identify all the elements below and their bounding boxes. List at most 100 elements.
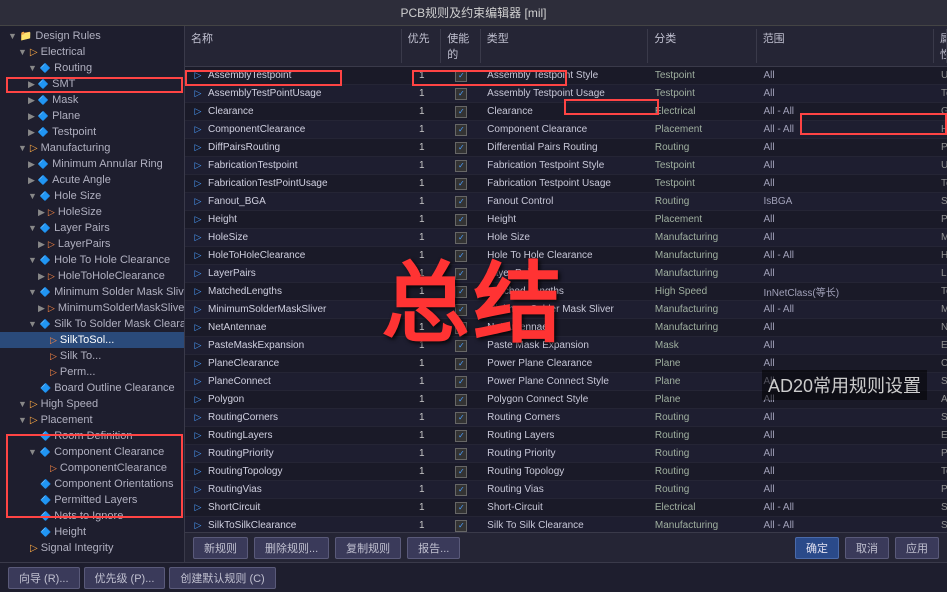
sidebar-item-board-outline[interactable]: 🔷Board Outline Clearance	[0, 380, 184, 396]
sidebar-item-hole-hole[interactable]: ▼🔷Hole To Hole Clearance	[0, 252, 184, 268]
table-row[interactable]: ▷ MatchedLengths 1 Matched Lengths High …	[185, 283, 947, 301]
copy-rule-button[interactable]: 复制规则	[335, 537, 401, 559]
enabled-checkbox[interactable]	[455, 250, 467, 262]
enabled-checkbox[interactable]	[455, 88, 467, 100]
enabled-checkbox[interactable]	[455, 412, 467, 424]
enabled-checkbox[interactable]	[455, 376, 467, 388]
sidebar-item-testpoint[interactable]: ▶🔷Testpoint	[0, 124, 184, 140]
table-row[interactable]: ▷ HoleToHoleClearance 1 Hole To Hole Cle…	[185, 247, 947, 265]
table-row[interactable]: ▷ Clearance 1 Clearance Electrical All -…	[185, 103, 947, 121]
report-button[interactable]: 报告...	[407, 537, 460, 559]
enabled-checkbox[interactable]	[455, 178, 467, 190]
sidebar-item-routing[interactable]: ▼🔷Routing	[0, 60, 184, 76]
table-row[interactable]: ▷ RoutingPriority 1 Routing Priority Rou…	[185, 445, 947, 463]
enabled-checkbox[interactable]	[455, 358, 467, 370]
sidebar-item-plane[interactable]: ▶🔷Plane	[0, 108, 184, 124]
sidebar-item-layer-pairs-child[interactable]: ▶▷LayerPairs	[0, 236, 184, 252]
enabled-checkbox[interactable]	[455, 286, 467, 298]
sidebar-item-hole-hole-child[interactable]: ▶▷HoleToHoleClearance	[0, 268, 184, 284]
sidebar-item-mask[interactable]: ▶🔷Mask	[0, 92, 184, 108]
enabled-checkbox[interactable]	[455, 160, 467, 172]
sidebar-item-design-rules[interactable]: ▼📁Design Rules	[0, 28, 184, 44]
table-row[interactable]: ▷ ComponentClearance 1 Component Clearan…	[185, 121, 947, 139]
enabled-checkbox[interactable]	[455, 268, 467, 280]
table-row[interactable]: ▷ Fanout_BGA 1 Fanout Control Routing Is…	[185, 193, 947, 211]
table-row[interactable]: ▷ FabricationTestPointUsage 1 Fabricatio…	[185, 175, 947, 193]
sidebar-item-electrical[interactable]: ▼▷Electrical	[0, 44, 184, 60]
enabled-checkbox[interactable]	[455, 124, 467, 136]
sidebar-item-acute-angle[interactable]: ▶🔷Acute Angle	[0, 172, 184, 188]
enabled-checkbox[interactable]	[455, 142, 467, 154]
sidebar-item-smt[interactable]: ▶🔷SMT	[0, 76, 184, 92]
sidebar-item-nets-ignore[interactable]: 🔷Nets to Ignore	[0, 508, 184, 524]
enabled-checkbox[interactable]	[455, 466, 467, 478]
table-row[interactable]: ▷ RoutingVias 1 Routing Vias Routing All…	[185, 481, 947, 499]
table-row[interactable]: ▷ PasteMaskExpansion 1 Paste Mask Expans…	[185, 337, 947, 355]
enabled-checkbox[interactable]	[455, 430, 467, 442]
table-row[interactable]: ▷ HoleSize 1 Hole Size Manufacturing All…	[185, 229, 947, 247]
cell-type: Minimum Solder Mask Sliver	[481, 301, 649, 318]
sidebar-item-high-speed[interactable]: ▼▷High Speed	[0, 396, 184, 412]
cell-name: ▷ Height	[185, 211, 402, 228]
enabled-checkbox[interactable]	[455, 232, 467, 244]
enabled-checkbox[interactable]	[455, 214, 467, 226]
enabled-checkbox[interactable]	[455, 394, 467, 406]
sidebar-item-layer-pairs[interactable]: ▼🔷Layer Pairs	[0, 220, 184, 236]
table-row[interactable]: ▷ ShortCircuit 1 Short-Circuit Electrica…	[185, 499, 947, 517]
table-row[interactable]: ▷ LayerPairs 1 Layer Pairs Manufacturing…	[185, 265, 947, 283]
enabled-checkbox[interactable]	[455, 70, 467, 82]
sidebar-label-hole-hole: Hole To Hole Clearance	[54, 254, 170, 266]
confirm-button[interactable]: 确定	[795, 537, 839, 559]
enabled-checkbox[interactable]	[455, 448, 467, 460]
create-default-button[interactable]: 创建默认规则 (C)	[169, 567, 275, 589]
tree-arrow-comp-clear: ▼	[28, 447, 37, 457]
table-row[interactable]: ▷ RoutingLayers 1 Routing Layers Routing…	[185, 427, 947, 445]
new-rule-button[interactable]: 新规则	[193, 537, 248, 559]
enabled-checkbox[interactable]	[455, 484, 467, 496]
sidebar-item-comp-clear[interactable]: ▼🔷Component Clearance	[0, 444, 184, 460]
enabled-checkbox[interactable]	[455, 340, 467, 352]
table-row[interactable]: ▷ Polygon 1 Polygon Connect Style Plane …	[185, 391, 947, 409]
sidebar-item-perm[interactable]: ▷Perm...	[0, 364, 184, 380]
sidebar-item-room-def[interactable]: 🔷Room Definition	[0, 428, 184, 444]
table-row[interactable]: ▷ DiffPairsRouting 1 Differential Pairs …	[185, 139, 947, 157]
sidebar-item-min-solder-child[interactable]: ▶▷MinimumSolderMaskSliver	[0, 300, 184, 316]
table-row[interactable]: ▷ FabricationTestpoint 1 Fabrication Tes…	[185, 157, 947, 175]
table-row[interactable]: ▷ PlaneClearance 1 Power Plane Clearance…	[185, 355, 947, 373]
sidebar-item-hole-size-child[interactable]: ▶▷HoleSize	[0, 204, 184, 220]
table-row[interactable]: ▷ RoutingCorners 1 Routing Corners Routi…	[185, 409, 947, 427]
enabled-checkbox[interactable]	[455, 106, 467, 118]
sidebar-item-silk-solder-child1[interactable]: ▷SilkToSol...	[0, 332, 184, 348]
rule-group-icon: 🔷	[38, 127, 49, 138]
sidebar-item-height[interactable]: 🔷Height	[0, 524, 184, 540]
apply-button[interactable]: 应用	[895, 537, 939, 559]
sidebar-item-min-annular[interactable]: ▶🔷Minimum Annular Ring	[0, 156, 184, 172]
priority-button[interactable]: 优先级 (P)...	[84, 567, 166, 589]
sidebar-item-permitted-layers[interactable]: 🔷Permitted Layers	[0, 492, 184, 508]
sidebar-item-placement[interactable]: ▼▷Placement	[0, 412, 184, 428]
sidebar-item-comp-orient[interactable]: 🔷Component Orientations	[0, 476, 184, 492]
navigate-button[interactable]: 向导 (R)...	[8, 567, 80, 589]
table-row[interactable]: ▷ AssemblyTestpoint 1 Assembly Testpoint…	[185, 67, 947, 85]
table-row[interactable]: ▷ MinimumSolderMaskSliver 1 Minimum Sold…	[185, 301, 947, 319]
sidebar-item-min-solder[interactable]: ▼🔷Minimum Solder Mask Sliver	[0, 284, 184, 300]
table-row[interactable]: ▷ RoutingTopology 1 Routing Topology Rou…	[185, 463, 947, 481]
sidebar-item-signal-integrity[interactable]: ▷Signal Integrity	[0, 540, 184, 556]
table-row[interactable]: ▷ PlaneConnect 1 Power Plane Connect Sty…	[185, 373, 947, 391]
table-row[interactable]: ▷ AssemblyTestPointUsage 1 Assembly Test…	[185, 85, 947, 103]
enabled-checkbox[interactable]	[455, 520, 467, 532]
enabled-checkbox[interactable]	[455, 304, 467, 316]
sidebar-item-silk-solder-child2[interactable]: ▷Silk To...	[0, 348, 184, 364]
enabled-checkbox[interactable]	[455, 502, 467, 514]
sidebar-item-comp-clear-child[interactable]: ▷ComponentClearance	[0, 460, 184, 476]
table-row[interactable]: ▷ Height 1 Height Placement All Pref Hei…	[185, 211, 947, 229]
cancel-button[interactable]: 取消	[845, 537, 889, 559]
enabled-checkbox[interactable]	[455, 196, 467, 208]
table-row[interactable]: ▷ SilkToSilkClearance 1 Silk To Silk Cle…	[185, 517, 947, 532]
table-row[interactable]: ▷ NetAntennae 1 Net Antennae Manufacturi…	[185, 319, 947, 337]
sidebar-item-silk-solder[interactable]: ▼🔷Silk To Solder Mask Clearance	[0, 316, 184, 332]
sidebar-item-hole-size[interactable]: ▼🔷Hole Size	[0, 188, 184, 204]
sidebar-item-manufacturing[interactable]: ▼▷Manufacturing	[0, 140, 184, 156]
delete-rule-button[interactable]: 删除规则...	[254, 537, 329, 559]
enabled-checkbox[interactable]	[455, 322, 467, 334]
